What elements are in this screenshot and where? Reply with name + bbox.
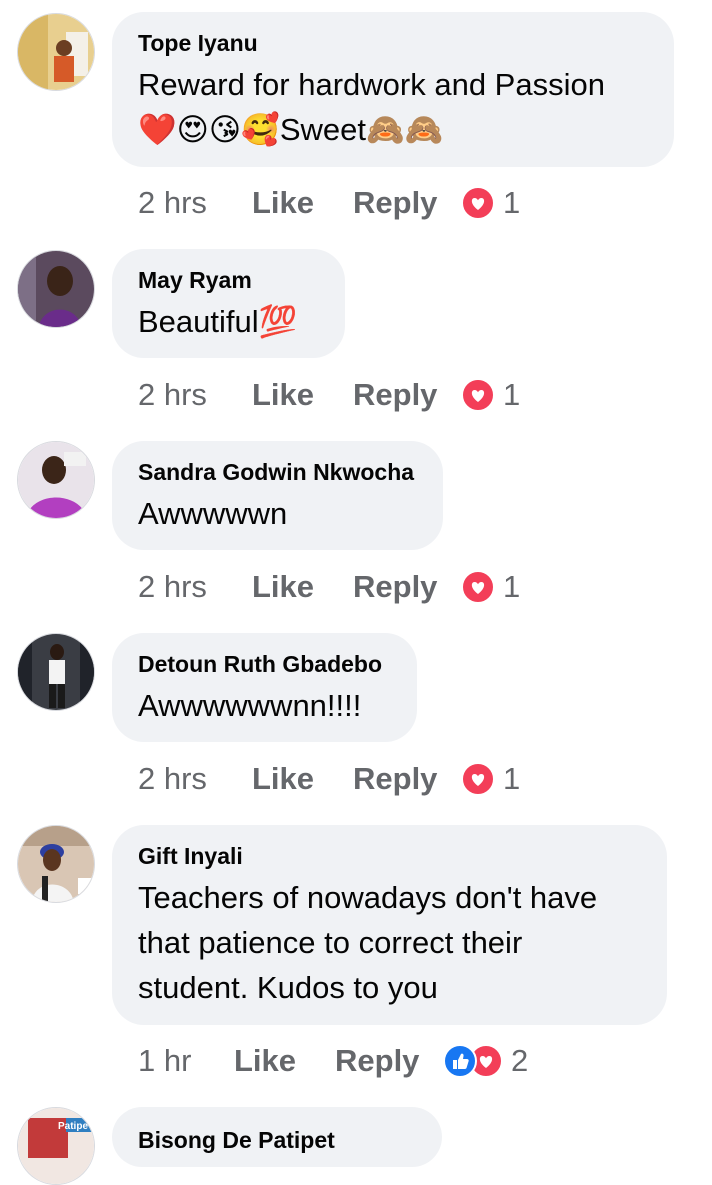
comment-bubble: May Ryam Beautiful💯 xyxy=(112,249,345,358)
like-button[interactable]: Like xyxy=(252,569,353,605)
comment-actions: 1 hr Like Reply 2 xyxy=(138,1041,528,1081)
like-button[interactable]: Like xyxy=(234,1043,335,1079)
avatar[interactable] xyxy=(17,825,95,903)
comment-actions: 2 hrs Like Reply 1 xyxy=(138,567,520,607)
comment-time[interactable]: 1 hr xyxy=(138,1043,234,1079)
comment-text-line: Reward for hardwork and Passion xyxy=(138,67,605,102)
comment-actions: 2 hrs Like Reply 1 xyxy=(138,759,520,799)
avatar[interactable] xyxy=(17,633,95,711)
comment-bubble: Gift Inyali Teachers of nowadays don't h… xyxy=(112,825,667,1025)
reactions-summary[interactable]: 1 xyxy=(461,185,520,221)
comment-text: Reward for hardwork and Passion ❤️😍😘🥰Swe… xyxy=(138,62,648,152)
avatar-badge: Patipe xyxy=(58,1121,89,1132)
reply-button[interactable]: Reply xyxy=(335,1043,443,1079)
reaction-count: 1 xyxy=(503,761,521,796)
like-reaction-icon xyxy=(443,1044,477,1078)
avatar[interactable] xyxy=(17,250,95,328)
love-reaction-icon xyxy=(461,762,495,796)
reaction-count: 1 xyxy=(503,185,521,220)
comment-text: Beautiful💯 xyxy=(138,304,298,339)
comment-text-line: student. Kudos to you xyxy=(138,970,438,1005)
comment-actions: 2 hrs Like Reply 1 xyxy=(138,183,520,223)
reaction-count: 1 xyxy=(503,377,521,412)
reply-button[interactable]: Reply xyxy=(353,761,461,797)
comment-text-line: that patience to correct their xyxy=(138,925,523,960)
comment-author[interactable]: Gift Inyali xyxy=(138,841,641,871)
reaction-count: 1 xyxy=(503,569,521,604)
comment-text-line: ❤️😍😘🥰Sweet🙈🙈 xyxy=(138,112,444,147)
comment-time[interactable]: 2 hrs xyxy=(138,377,252,413)
reply-button[interactable]: Reply xyxy=(353,569,461,605)
comment-time[interactable]: 2 hrs xyxy=(138,761,252,797)
reactions-summary[interactable]: 2 xyxy=(443,1043,528,1079)
avatar[interactable] xyxy=(17,13,95,91)
comment-text-line: Teachers of nowadays don't have xyxy=(138,880,598,915)
reply-button[interactable]: Reply xyxy=(353,377,461,413)
comment-time[interactable]: 2 hrs xyxy=(138,185,252,221)
comment-bubble: Detoun Ruth Gbadebo Awwwwwwnn!!!! xyxy=(112,633,417,742)
comment-author[interactable]: Tope Iyanu xyxy=(138,28,648,58)
reply-button[interactable]: Reply xyxy=(353,185,461,221)
love-reaction-icon xyxy=(461,378,495,412)
reactions-summary[interactable]: 1 xyxy=(461,377,520,413)
avatar[interactable]: Patipe xyxy=(17,1107,95,1185)
comment-bubble: Sandra Godwin Nkwocha Awwwwwn xyxy=(112,441,443,550)
love-reaction-icon xyxy=(461,186,495,220)
reactions-summary[interactable]: 1 xyxy=(461,569,520,605)
love-reaction-icon xyxy=(461,570,495,604)
comment-author[interactable]: Bisong De Patipet xyxy=(138,1125,416,1155)
comment-text: Awwwwwn xyxy=(138,496,288,531)
reaction-count: 2 xyxy=(511,1043,529,1078)
comment-text: Awwwwwwnn!!!! xyxy=(138,688,362,723)
comment-time[interactable]: 2 hrs xyxy=(138,569,252,605)
comment-author[interactable]: Detoun Ruth Gbadebo xyxy=(138,649,391,679)
comment-author[interactable]: May Ryam xyxy=(138,265,319,295)
comment-actions: 2 hrs Like Reply 1 xyxy=(138,375,520,415)
comment-text: Teachers of nowadays don't have that pat… xyxy=(138,875,641,1010)
avatar[interactable] xyxy=(17,441,95,519)
like-button[interactable]: Like xyxy=(252,761,353,797)
reactions-summary[interactable]: 1 xyxy=(461,761,520,797)
comment-bubble: Tope Iyanu Reward for hardwork and Passi… xyxy=(112,12,674,167)
comment-author[interactable]: Sandra Godwin Nkwocha xyxy=(138,457,417,487)
like-button[interactable]: Like xyxy=(252,185,353,221)
comment-bubble: Bisong De Patipet xyxy=(112,1107,442,1167)
like-button[interactable]: Like xyxy=(252,377,353,413)
